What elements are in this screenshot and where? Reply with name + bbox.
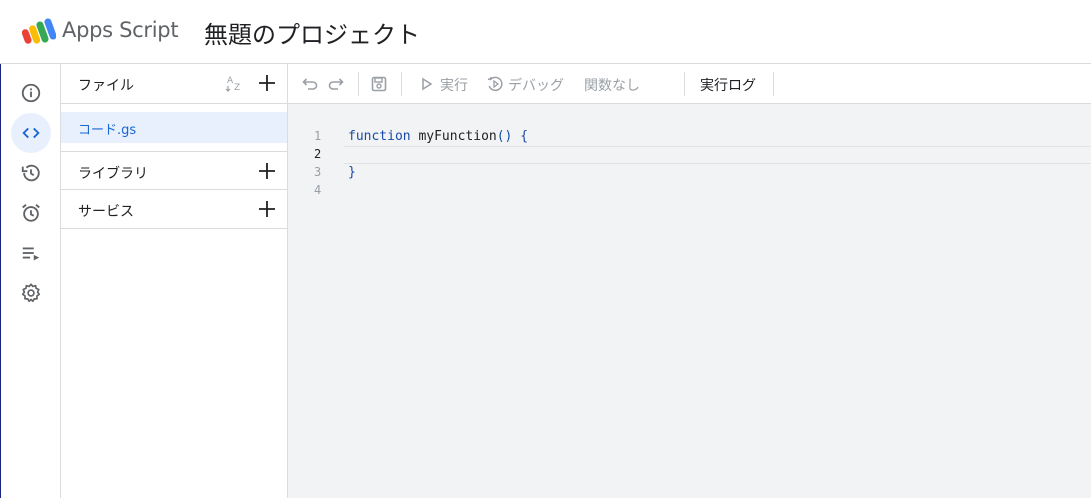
code-line[interactable]: 4	[288, 183, 1091, 201]
rail-overview-button[interactable]	[11, 73, 51, 113]
history-icon	[21, 164, 40, 182]
code-editor[interactable]: 1 function myFunction() { 2 3 } 4	[288, 104, 1091, 498]
svg-text:Z: Z	[234, 83, 240, 93]
file-item-code-gs[interactable]: コード.gs	[61, 112, 287, 143]
code-open: () {	[496, 129, 529, 144]
rail-triggers-button[interactable]	[11, 193, 51, 233]
line-number: 3	[314, 165, 322, 179]
libraries-section: ライブラリ	[61, 151, 287, 190]
add-library-icon[interactable]	[257, 161, 277, 181]
apps-script-logo[interactable]	[22, 16, 56, 46]
code-function-name: myFunction	[418, 129, 497, 144]
run-button[interactable]: 実行	[440, 75, 468, 95]
toolbar-divider	[773, 72, 774, 96]
rail-history-button[interactable]	[11, 153, 51, 193]
redo-icon[interactable]	[328, 75, 346, 93]
debug-button[interactable]: デバッグ	[508, 75, 564, 95]
app-name: Apps Script	[62, 18, 179, 42]
line-number: 1	[314, 129, 322, 143]
info-icon	[21, 83, 41, 103]
code-line[interactable]: 1 function myFunction() {	[288, 129, 1091, 147]
services-label: サービス	[78, 204, 134, 220]
undo-icon[interactable]	[300, 75, 318, 93]
rail-settings-button[interactable]	[11, 273, 51, 313]
function-select[interactable]: 関数なし	[584, 75, 640, 95]
sort-az-icon[interactable]: A Z	[225, 73, 247, 93]
toolbar-divider	[401, 72, 402, 96]
rail-editor-button[interactable]	[11, 113, 51, 153]
editor-toolbar: 実行 デバッグ 関数なし 実行ログ	[288, 64, 1091, 104]
code-text: function myFunction() {	[348, 129, 528, 144]
services-section: サービス	[61, 190, 287, 229]
files-label: ファイル	[78, 78, 134, 94]
code-icon	[22, 127, 40, 139]
add-service-icon[interactable]	[257, 199, 277, 219]
toolbar-divider	[358, 72, 359, 96]
save-icon[interactable]	[370, 75, 388, 93]
execution-log-button[interactable]: 実行ログ	[700, 75, 756, 95]
file-item-label: コード.gs	[78, 123, 137, 138]
line-number: 2	[314, 147, 322, 161]
project-title[interactable]: 無題のプロジェクト	[204, 15, 420, 50]
toolbar-divider	[684, 72, 685, 96]
libraries-label: ライブラリ	[78, 166, 148, 182]
code-keyword: function	[348, 129, 411, 144]
line-number: 4	[314, 183, 322, 197]
files-section: ファイル A Z	[61, 64, 287, 104]
file-panel: ファイル A Z コード.gs ライブラリ サービス	[61, 64, 288, 498]
code-line[interactable]: 2	[288, 147, 1091, 165]
rail-executions-button[interactable]	[11, 233, 51, 273]
gear-icon	[21, 283, 41, 303]
code-line[interactable]: 3 }	[288, 165, 1091, 183]
alarm-icon	[22, 204, 40, 222]
debug-icon	[487, 76, 503, 92]
code-close: }	[348, 165, 356, 180]
app-header: Apps Script 無題のプロジェクト	[0, 0, 1091, 64]
navigation-rail	[1, 64, 61, 498]
add-file-icon[interactable]	[257, 73, 277, 93]
svg-text:A: A	[227, 76, 234, 86]
executions-icon	[22, 247, 40, 261]
run-icon	[422, 77, 433, 91]
